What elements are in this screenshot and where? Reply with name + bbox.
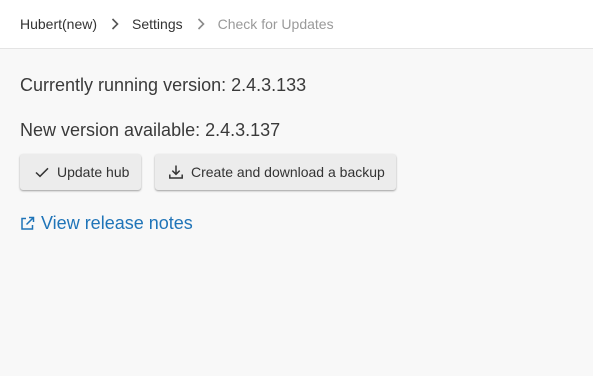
- check-icon: [34, 164, 50, 180]
- view-release-notes-label: View release notes: [41, 213, 193, 233]
- update-hub-label: Update hub: [57, 164, 130, 180]
- breadcrumb-bar: Hubert(new) Settings Check for Updates: [0, 0, 593, 49]
- breadcrumb-item-settings[interactable]: Settings: [132, 15, 183, 33]
- available-version-text: New version available: 2.4.3.137: [20, 120, 281, 140]
- update-hub-button[interactable]: Update hub: [20, 154, 141, 190]
- breadcrumb: Hubert(new) Settings Check for Updates: [20, 15, 334, 33]
- external-link-icon: [20, 216, 35, 231]
- breadcrumb-item-hub[interactable]: Hubert(new): [20, 15, 97, 33]
- create-backup-label: Create and download a backup: [191, 164, 385, 180]
- download-icon: [168, 164, 184, 180]
- chevron-right-icon: [108, 15, 122, 33]
- create-backup-button[interactable]: Create and download a backup: [155, 154, 396, 190]
- view-release-notes-link[interactable]: View release notes: [20, 212, 193, 234]
- chevron-right-icon: [194, 15, 208, 33]
- breadcrumb-item-current-page: Check for Updates: [217, 16, 334, 32]
- current-version-text: Currently running version: 2.4.3.133: [20, 75, 307, 95]
